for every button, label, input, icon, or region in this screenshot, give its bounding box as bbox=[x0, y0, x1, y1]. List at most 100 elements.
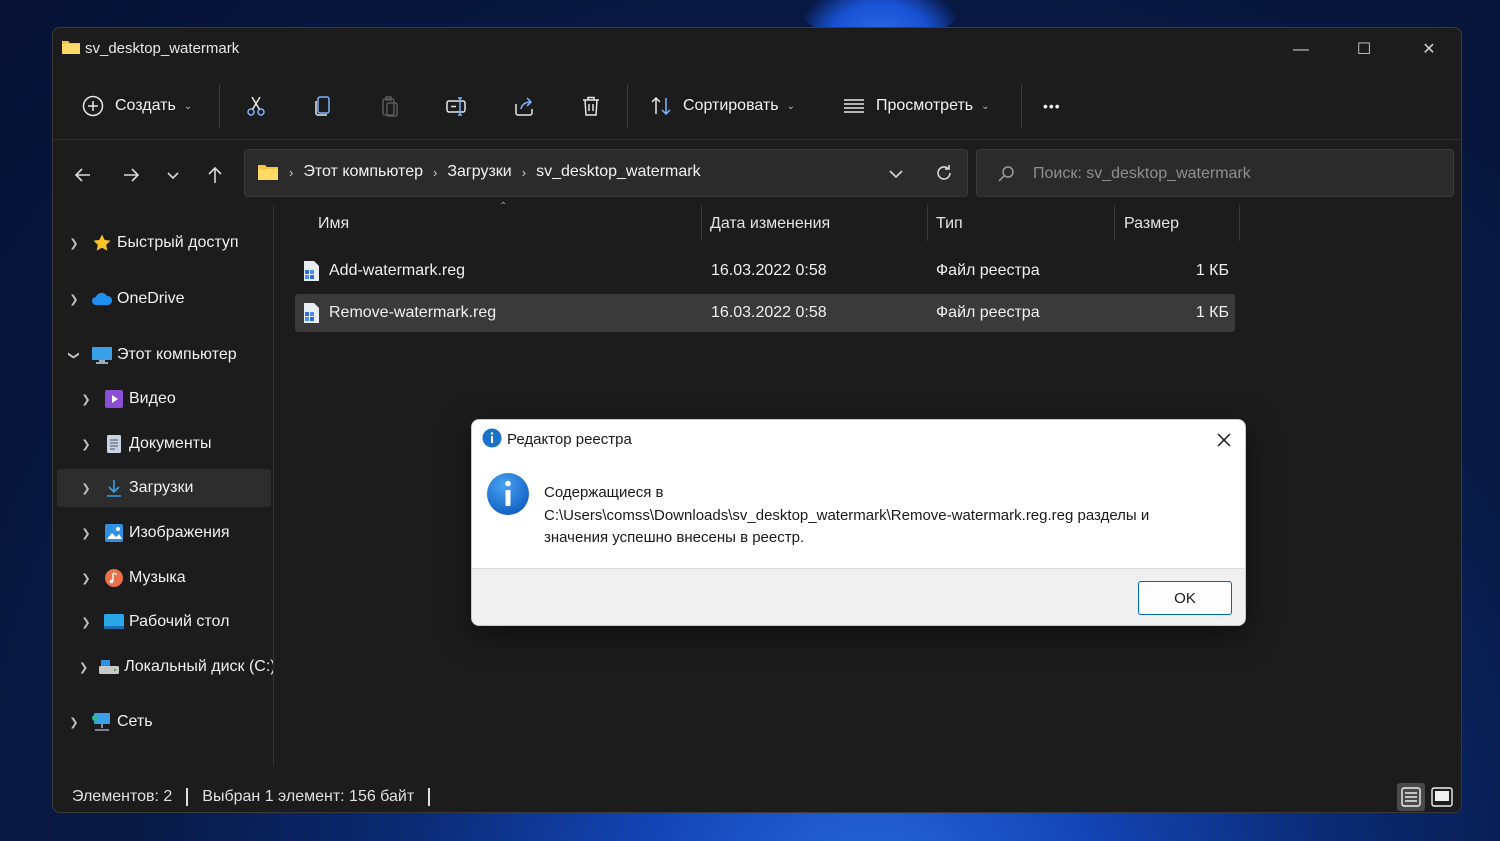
sidebar-item-onedrive[interactable]: ❯ OneDrive bbox=[67, 280, 273, 318]
paste-icon bbox=[382, 96, 398, 117]
breadcrumb-item[interactable]: sv_desktop_watermark bbox=[536, 163, 701, 181]
sidebar-item-local-disk[interactable]: ❯ Локальный диск (C:) bbox=[79, 648, 273, 686]
view-button[interactable]: Просмотреть ⌄ bbox=[842, 92, 990, 120]
column-divider[interactable] bbox=[701, 205, 702, 241]
status-separator bbox=[428, 788, 431, 806]
dialog-footer: OK bbox=[472, 568, 1245, 625]
item-count: Элементов: 2 bbox=[72, 788, 173, 805]
column-divider[interactable] bbox=[1239, 205, 1240, 241]
pictures-icon bbox=[103, 523, 125, 543]
sidebar-item-music[interactable]: ❯ Музыка bbox=[79, 559, 273, 597]
sidebar-item-pictures[interactable]: ❯ Изображения bbox=[79, 514, 273, 552]
file-size: 1 КБ bbox=[1195, 304, 1229, 321]
back-button[interactable] bbox=[69, 163, 97, 187]
column-header-size[interactable]: Размер bbox=[1124, 215, 1179, 233]
breadcrumb-separator-icon: › bbox=[432, 164, 438, 180]
info-icon bbox=[482, 428, 502, 448]
file-date: 16.03.2022 0:58 bbox=[711, 304, 827, 321]
file-type: Файл реестра bbox=[936, 304, 1040, 321]
scissors-icon bbox=[247, 96, 265, 116]
file-date: 16.03.2022 0:58 bbox=[711, 262, 827, 279]
sort-label: Сортировать bbox=[683, 97, 779, 114]
status-separator bbox=[186, 788, 189, 806]
file-row-selected[interactable]: Remove-watermark.reg 16.03.2022 0:58 Фай… bbox=[295, 294, 1235, 332]
close-window-button[interactable]: ✕ bbox=[1406, 36, 1452, 64]
column-header-type[interactable]: Тип bbox=[936, 215, 963, 233]
maximize-button[interactable]: ☐ bbox=[1341, 36, 1387, 64]
address-bar[interactable]: › Этот компьютер › Загрузки › sv_desktop… bbox=[244, 149, 968, 197]
chevron-right-icon: ❯ bbox=[69, 716, 79, 729]
search-input[interactable]: Поиск: sv_desktop_watermark bbox=[976, 149, 1454, 197]
sidebar-item-label: Документы bbox=[129, 435, 212, 452]
sidebar-item-label: Быстрый доступ bbox=[117, 234, 239, 251]
arrow-left-icon bbox=[74, 168, 90, 182]
details-view-button[interactable] bbox=[1397, 783, 1425, 811]
sidebar-item-videos[interactable]: ❯ Видео bbox=[79, 380, 273, 418]
folder-icon bbox=[62, 41, 80, 54]
registry-file-icon bbox=[304, 261, 319, 281]
registry-file-icon bbox=[304, 303, 319, 323]
column-divider[interactable] bbox=[1114, 205, 1115, 241]
desktop-icon bbox=[103, 612, 125, 632]
ok-button[interactable]: OK bbox=[1138, 581, 1232, 615]
pane-divider[interactable] bbox=[273, 206, 274, 766]
toolbar-divider bbox=[627, 84, 628, 128]
forward-button[interactable] bbox=[117, 163, 145, 187]
arrow-up-icon bbox=[208, 166, 222, 183]
arrow-right-icon bbox=[124, 168, 140, 182]
sidebar-item-label: Локальный диск (C:) bbox=[124, 658, 273, 675]
tiles-view-button[interactable] bbox=[1428, 783, 1456, 811]
sidebar-item-label: OneDrive bbox=[117, 290, 185, 307]
column-header-name[interactable]: Имя bbox=[318, 215, 349, 233]
rename-icon bbox=[446, 97, 466, 116]
refresh-icon[interactable] bbox=[934, 163, 954, 183]
create-button[interactable]: Создать ⌄ bbox=[81, 92, 192, 120]
search-icon bbox=[998, 166, 1014, 182]
chevron-right-icon: ❯ bbox=[81, 482, 91, 495]
copy-button[interactable] bbox=[311, 92, 335, 120]
paste-button[interactable] bbox=[378, 92, 402, 120]
music-icon bbox=[103, 568, 125, 588]
sidebar-item-network[interactable]: ❯ Сеть bbox=[67, 703, 273, 741]
dialog-close-button[interactable] bbox=[1212, 428, 1236, 452]
sidebar-item-label: Музыка bbox=[129, 569, 186, 586]
sidebar-item-documents[interactable]: ❯ Документы bbox=[79, 425, 273, 463]
cloud-icon bbox=[91, 289, 113, 309]
column-header-date[interactable]: Дата изменения bbox=[710, 215, 830, 233]
sidebar-item-downloads[interactable]: ❯ Загрузки bbox=[57, 469, 271, 507]
dialog-message: Содержащиеся в C:\Users\comss\Downloads\… bbox=[544, 482, 1224, 550]
sidebar-item-desktop[interactable]: ❯ Рабочий стол bbox=[79, 603, 273, 641]
chevron-right-icon: ❯ bbox=[69, 293, 79, 306]
column-divider[interactable] bbox=[927, 205, 928, 241]
selection-info: Выбран 1 элемент: 156 байт bbox=[202, 788, 415, 805]
documents-icon bbox=[103, 434, 125, 454]
chevron-right-icon: ❯ bbox=[81, 527, 91, 540]
cut-button[interactable] bbox=[244, 92, 268, 120]
breadcrumb-item[interactable]: Загрузки bbox=[447, 163, 511, 181]
close-icon bbox=[1217, 433, 1231, 447]
breadcrumb-item[interactable]: Этот компьютер bbox=[303, 163, 423, 181]
chevron-right-icon: ❯ bbox=[81, 393, 91, 406]
more-options-button[interactable]: ••• bbox=[1043, 92, 1061, 120]
file-name: Add-watermark.reg bbox=[329, 262, 466, 279]
copy-icon bbox=[315, 96, 330, 116]
up-button[interactable] bbox=[201, 163, 229, 187]
recent-locations-button[interactable] bbox=[159, 163, 187, 187]
sidebar-item-label: Изображения bbox=[129, 524, 230, 541]
sort-button[interactable]: Сортировать ⌄ bbox=[649, 92, 795, 120]
share-button[interactable] bbox=[512, 92, 536, 120]
rename-button[interactable] bbox=[445, 92, 469, 120]
address-history-chevron-icon[interactable] bbox=[888, 166, 904, 182]
registry-editor-dialog: Редактор реестра Содержащиеся в C:\Users… bbox=[471, 419, 1246, 626]
dialog-title: Редактор реестра bbox=[507, 431, 632, 448]
chevron-down-icon: ❯ bbox=[67, 350, 80, 360]
dialog-message-line: Содержащиеся в bbox=[544, 484, 664, 501]
sidebar-item-this-pc[interactable]: ❯ Этот компьютер bbox=[67, 336, 273, 374]
delete-button[interactable] bbox=[579, 92, 603, 120]
minimize-button[interactable]: — bbox=[1278, 36, 1324, 64]
sidebar-item-quick-access[interactable]: ❯ Быстрый доступ bbox=[67, 224, 273, 262]
file-row[interactable]: Add-watermark.reg 16.03.2022 0:58 Файл р… bbox=[295, 252, 1235, 290]
video-icon bbox=[103, 389, 125, 409]
sidebar-item-label: Этот компьютер bbox=[117, 346, 237, 363]
chevron-down-icon: ⌄ bbox=[183, 100, 193, 112]
